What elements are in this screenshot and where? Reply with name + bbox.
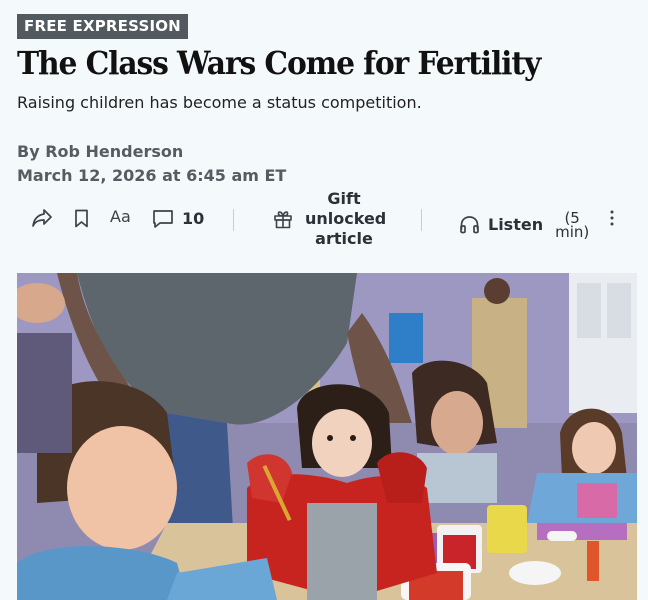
headline: The Class Wars Come for Fertility (17, 44, 541, 82)
gift-box-icon (273, 209, 293, 229)
vertical-ellipsis-icon (609, 209, 615, 227)
gift-article-button[interactable]: Gift unlocked article (273, 189, 387, 249)
comments-button[interactable]: 10 (152, 209, 204, 228)
listen-button[interactable]: Listen (5 min) (459, 209, 590, 241)
share-icon (31, 208, 53, 228)
text-size-label: Aa (110, 207, 131, 226)
article-toolbar: Aa 10 Gift unlocked article Listen (5 mi… (17, 188, 632, 252)
bookmark-button[interactable] (74, 209, 89, 228)
comments-count: 10 (182, 209, 205, 228)
publish-date: March 12, 2026 at 6:45 am ET (17, 166, 287, 185)
headphones-icon (459, 215, 480, 234)
dek: Raising children has become a status com… (17, 93, 422, 112)
text-size-button[interactable]: Aa (110, 207, 131, 226)
section-tag[interactable]: FREE EXPRESSION (17, 14, 188, 39)
toolbar-divider (421, 209, 422, 231)
byline[interactable]: By Rob Henderson (17, 142, 183, 161)
more-options-button[interactable] (609, 209, 615, 227)
listen-label: Listen (488, 214, 544, 234)
share-button[interactable] (31, 208, 53, 228)
bookmark-icon (74, 209, 89, 228)
toolbar-divider (233, 209, 234, 231)
article-hero-image (17, 273, 637, 600)
speech-bubble-icon (152, 209, 174, 228)
gift-label: Gift unlocked article (305, 189, 387, 248)
listen-duration: (5 min) (555, 209, 590, 241)
